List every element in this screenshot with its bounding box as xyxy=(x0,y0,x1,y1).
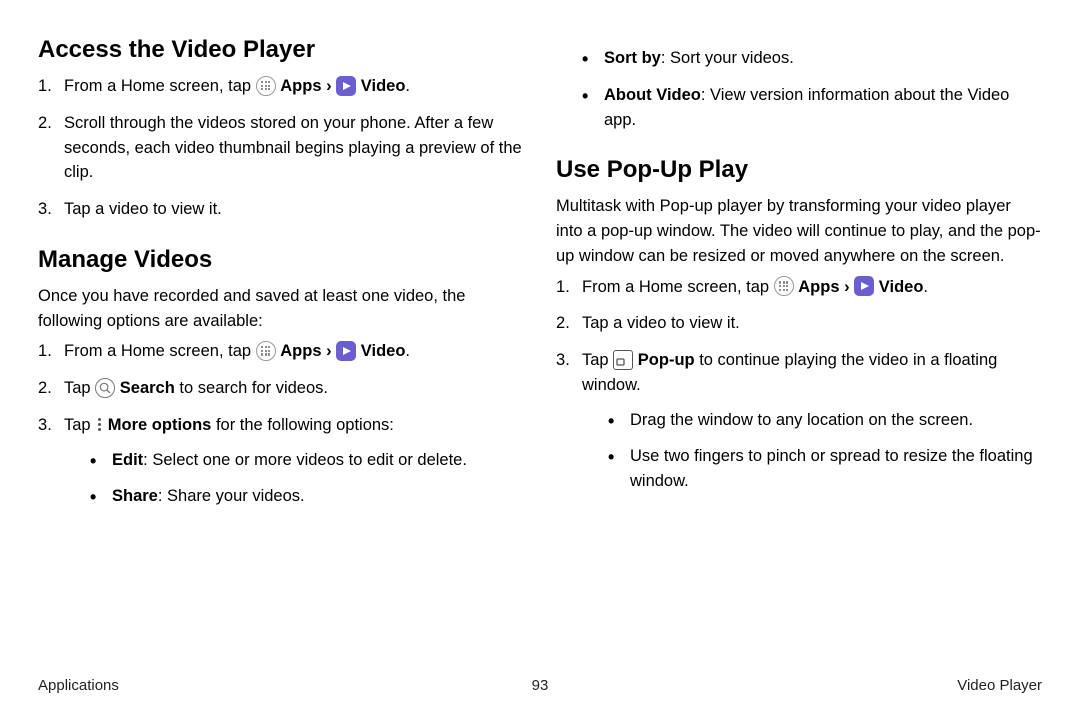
video-icon xyxy=(336,341,356,361)
manage-options-cont: Sort by: Sort your videos. About Video: … xyxy=(582,46,1042,132)
video-icon xyxy=(854,276,874,296)
manage-steps: From a Home screen, tap Apps › Video. Ta… xyxy=(38,339,524,509)
search-icon xyxy=(95,378,115,398)
step-end: . xyxy=(405,342,410,360)
manage-options: Edit: Select one or more videos to edit … xyxy=(90,448,524,510)
opt-desc: : Select one or more videos to edit or d… xyxy=(143,451,467,469)
step-text: From a Home screen, tap xyxy=(64,342,256,360)
list-item: Sort by: Sort your videos. xyxy=(582,46,1042,71)
video-label: Video xyxy=(879,278,924,296)
list-item: Tap Pop-up to continue playing the video… xyxy=(556,348,1042,494)
footer-left: Applications xyxy=(38,677,119,694)
popup-steps: From a Home screen, tap Apps › Video. Ta… xyxy=(556,275,1042,494)
popup-label: Pop-up xyxy=(638,351,695,369)
video-label: Video xyxy=(361,342,406,360)
page-footer: Applications 93 Video Player xyxy=(38,677,1042,694)
step-end: . xyxy=(923,278,928,296)
page-number: 93 xyxy=(532,677,549,694)
apps-icon xyxy=(256,76,276,96)
step-text: From a Home screen, tap xyxy=(582,278,774,296)
step-text: Tap xyxy=(64,416,95,434)
opt-label: About Video xyxy=(604,86,701,104)
opt-desc: : Sort your videos. xyxy=(661,49,794,67)
list-item: About Video: View version information ab… xyxy=(582,83,1042,133)
opt-label: Edit xyxy=(112,451,143,469)
list-item: Edit: Select one or more videos to edit … xyxy=(90,448,524,473)
list-item: From a Home screen, tap Apps › Video. xyxy=(38,339,524,364)
opt-label: Sort by xyxy=(604,49,661,67)
list-item: Tap Search to search for videos. xyxy=(38,376,524,401)
list-item: Share: Share your videos. xyxy=(90,484,524,509)
step-end: . xyxy=(405,77,410,95)
step-text: for the following options: xyxy=(216,416,394,434)
popup-intro: Multitask with Pop-up player by transfor… xyxy=(556,194,1042,268)
heading-access: Access the Video Player xyxy=(38,36,524,64)
opt-label: Share xyxy=(112,487,158,505)
apps-label: Apps xyxy=(280,342,321,360)
step-text: to search for videos. xyxy=(179,379,328,397)
apps-label: Apps xyxy=(798,278,839,296)
chevron-icon: › xyxy=(844,278,854,296)
list-item: Drag the window to any location on the s… xyxy=(608,408,1042,433)
left-column: Access the Video Player From a Home scre… xyxy=(38,36,524,636)
list-item: Tap a video to view it. xyxy=(556,311,1042,336)
manage-intro: Once you have recorded and saved at leas… xyxy=(38,284,524,334)
chevron-icon: › xyxy=(326,342,336,360)
heading-manage: Manage Videos xyxy=(38,246,524,274)
popup-substeps: Drag the window to any location on the s… xyxy=(608,408,1042,494)
video-label: Video xyxy=(361,77,406,95)
more-options-icon xyxy=(95,414,103,434)
heading-popup: Use Pop-Up Play xyxy=(556,156,1042,184)
list-item: Tap a video to view it. xyxy=(38,197,524,222)
apps-icon xyxy=(256,341,276,361)
more-options-label: More options xyxy=(108,416,212,434)
opt-desc: : Share your videos. xyxy=(158,487,305,505)
chevron-icon: › xyxy=(326,77,336,95)
apps-icon xyxy=(774,276,794,296)
step-text: Tap xyxy=(64,379,95,397)
video-icon xyxy=(336,76,356,96)
list-item: Scroll through the videos stored on your… xyxy=(38,111,524,185)
list-item: From a Home screen, tap Apps › Video. xyxy=(556,275,1042,300)
apps-label: Apps xyxy=(280,77,321,95)
search-label: Search xyxy=(120,379,175,397)
page-content: Access the Video Player From a Home scre… xyxy=(38,36,1042,636)
popup-icon xyxy=(613,350,633,370)
step-text: From a Home screen, tap xyxy=(64,77,256,95)
footer-right: Video Player xyxy=(957,677,1042,694)
access-steps: From a Home screen, tap Apps › Video. Sc… xyxy=(38,74,524,222)
list-item: From a Home screen, tap Apps › Video. xyxy=(38,74,524,99)
step-text: Tap xyxy=(582,351,613,369)
right-column: Sort by: Sort your videos. About Video: … xyxy=(556,36,1042,636)
list-item: Tap More options for the following optio… xyxy=(38,413,524,509)
list-item: Use two fingers to pinch or spread to re… xyxy=(608,444,1042,494)
